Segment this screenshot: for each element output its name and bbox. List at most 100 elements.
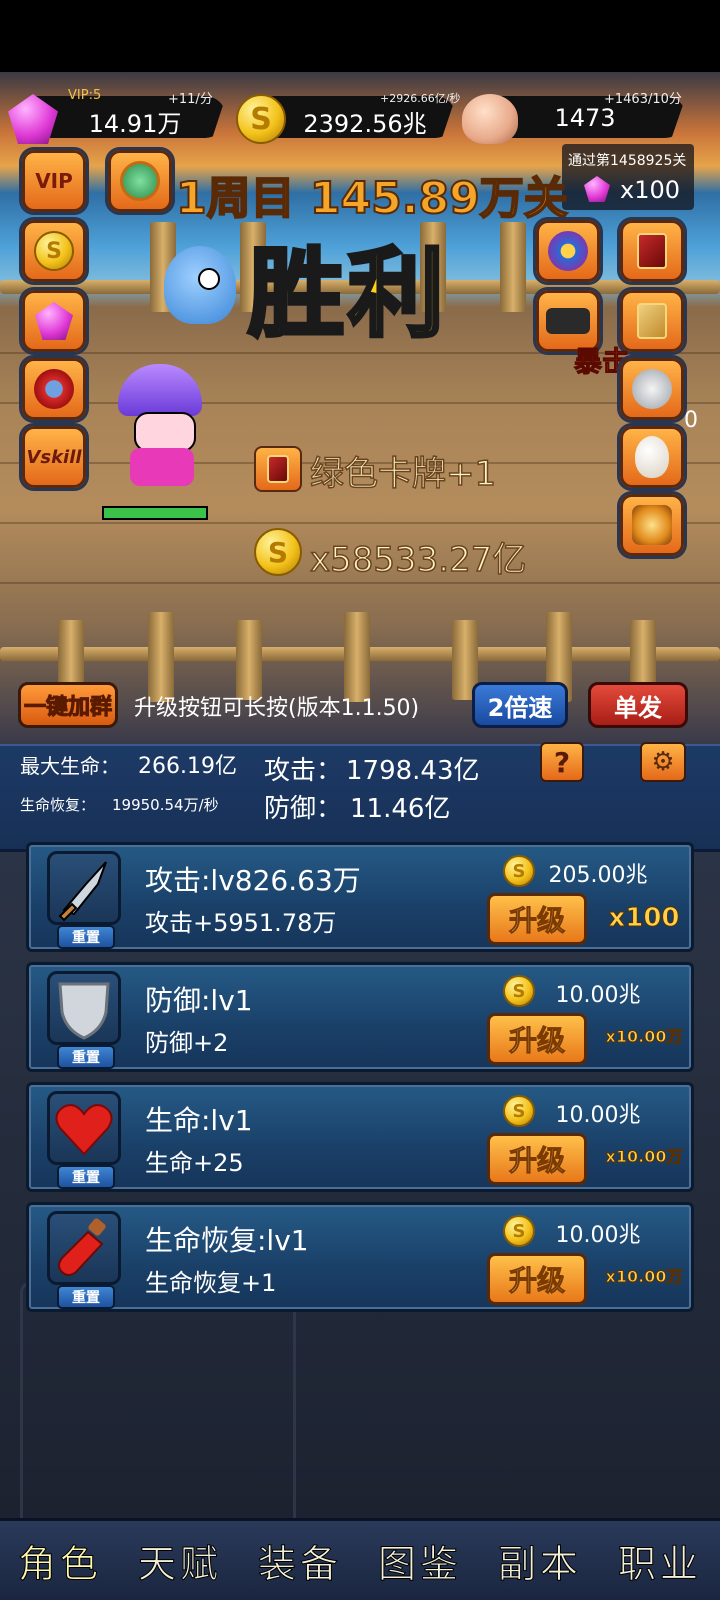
skull-icon bbox=[462, 94, 518, 144]
upgrade-card-hp: 重置 生命:lv1 生命+25 S 10.00兆 升级 x10.00万 bbox=[26, 1082, 694, 1192]
eye-monster-icon bbox=[548, 231, 588, 271]
upgrade-cost: 10.00兆 bbox=[555, 1103, 641, 1128]
upgrade-cost: 10.00兆 bbox=[555, 983, 641, 1008]
dagger-icon bbox=[47, 851, 121, 925]
skull-amount: 1473 bbox=[554, 104, 616, 132]
upgrade-cost: 10.00兆 bbox=[555, 1223, 641, 1248]
upgrade-desc: 生命+25 bbox=[145, 1149, 244, 1177]
pass-reward-title: 通过第1458925关 bbox=[568, 153, 687, 169]
player-hp-bar bbox=[102, 506, 208, 520]
magnet-button[interactable] bbox=[22, 358, 86, 420]
reset-button[interactable]: 重置 bbox=[57, 925, 115, 949]
upgrade-name: 防御:lv1 bbox=[145, 984, 253, 1017]
gold-reward-text: x58533.27亿 bbox=[309, 539, 527, 581]
lantern-icon bbox=[632, 505, 672, 545]
card-deck-button[interactable] bbox=[620, 220, 684, 282]
vip-label: VIP bbox=[35, 169, 73, 193]
upgrade-button[interactable]: 升级 bbox=[487, 1013, 587, 1065]
reset-button[interactable]: 重置 bbox=[57, 1285, 115, 1309]
egg-icon bbox=[635, 436, 669, 478]
multiplier-toggle[interactable]: x10.00万 bbox=[595, 1023, 693, 1047]
gold-amount: 2392.56兆 bbox=[303, 110, 427, 138]
gold-coin-icon: S bbox=[503, 855, 535, 887]
egg-button[interactable] bbox=[620, 426, 684, 488]
upgrade-hint-text: 升级按钮可长按(版本1.1.50) bbox=[134, 696, 420, 721]
upgrade-button[interactable]: 升级 bbox=[487, 1133, 587, 1185]
regen-value: 19950.54万/秒 bbox=[112, 796, 219, 814]
anvil-icon bbox=[546, 308, 590, 334]
eye-monster-button[interactable] bbox=[536, 220, 600, 282]
multiplier-toggle[interactable]: x10.00万 bbox=[595, 1263, 693, 1287]
upgrade-card-defense: 重置 防御:lv1 防御+2 S 10.00兆 升级 x10.00万 bbox=[26, 962, 694, 1072]
multiplier-toggle[interactable]: x100 bbox=[595, 903, 693, 934]
upgrade-desc: 攻击+5951.78万 bbox=[145, 909, 337, 937]
vskill-label: Vskill bbox=[26, 446, 82, 468]
player-character bbox=[112, 360, 208, 496]
lantern-button[interactable] bbox=[620, 494, 684, 556]
max-hp-label: 最大生命： bbox=[20, 754, 120, 778]
vip-button[interactable]: VIP bbox=[22, 150, 86, 212]
vip-level: VIP:5 bbox=[68, 88, 102, 103]
single-shot-button[interactable]: 单发 bbox=[588, 682, 688, 728]
side-counter: 0 bbox=[684, 408, 698, 433]
card-reward-text: 绿色卡牌+1 bbox=[309, 453, 497, 495]
potion-icon bbox=[47, 1211, 121, 1285]
bottom-nav: 角色 天赋 装备 图鉴 副本 职业 bbox=[0, 1518, 720, 1600]
gear-icon: ⚙ bbox=[651, 747, 675, 777]
nav-character[interactable]: 角色 bbox=[17, 1533, 102, 1588]
upgrade-desc: 防御+2 bbox=[145, 1029, 229, 1057]
cards-icon bbox=[637, 303, 667, 339]
gem-shop-button[interactable] bbox=[22, 290, 86, 352]
medal-icon bbox=[120, 161, 160, 201]
gold-coin-icon: S bbox=[236, 94, 286, 144]
gold-coin-icon: S bbox=[503, 1215, 535, 1247]
join-group-button[interactable]: 一键加群 bbox=[18, 682, 118, 728]
robot-icon bbox=[632, 369, 672, 409]
upgrade-button[interactable]: 升级 bbox=[487, 1253, 587, 1305]
victory-text: 胜利 bbox=[246, 236, 448, 352]
regen-label: 生命恢复： bbox=[20, 796, 96, 814]
nav-class[interactable]: 职业 bbox=[617, 1533, 702, 1588]
robot-button[interactable] bbox=[620, 358, 684, 420]
medal-button[interactable] bbox=[108, 150, 172, 212]
gem-icon bbox=[584, 176, 610, 202]
magnet-icon bbox=[34, 369, 74, 409]
pass-reward-box[interactable]: 通过第1458925关 x100 bbox=[562, 144, 694, 210]
attack-value: 1798.43亿 bbox=[346, 756, 480, 786]
upgrade-name: 生命恢复:lv1 bbox=[145, 1224, 309, 1257]
reset-button[interactable]: 重置 bbox=[57, 1045, 115, 1069]
speed-2x-button[interactable]: 2倍速 bbox=[472, 682, 568, 728]
reset-button[interactable]: 重置 bbox=[57, 1165, 115, 1189]
gold-coin-icon: S bbox=[503, 975, 535, 1007]
pass-reward-amount: x100 bbox=[620, 176, 681, 204]
gold-shop-button[interactable]: S bbox=[22, 220, 86, 282]
upgrade-name: 生命:lv1 bbox=[145, 1104, 253, 1137]
nav-equipment[interactable]: 装备 bbox=[257, 1533, 342, 1588]
max-hp-value: 266.19亿 bbox=[138, 754, 237, 779]
card-icon bbox=[637, 233, 667, 269]
vskill-button[interactable]: Vskill bbox=[22, 426, 86, 488]
gem-icon bbox=[35, 302, 73, 340]
defense-value: 11.46亿 bbox=[350, 794, 451, 824]
multiplier-toggle[interactable]: x10.00万 bbox=[595, 1143, 693, 1167]
attack-label: 攻击： bbox=[264, 756, 343, 786]
settings-button[interactable]: ⚙ bbox=[640, 742, 686, 782]
fish-monster-icon bbox=[164, 246, 236, 324]
nav-talent[interactable]: 天赋 bbox=[137, 1533, 222, 1588]
green-card-icon bbox=[254, 446, 302, 492]
gold-coin-icon: S bbox=[254, 528, 302, 576]
upgrade-button[interactable]: 升级 bbox=[487, 893, 587, 945]
status-bar bbox=[0, 0, 720, 72]
upgrade-card-regen: 重置 生命恢复:lv1 生命恢复+1 S 10.00兆 升级 x10.00万 bbox=[26, 1202, 694, 1312]
upgrade-card-attack: 重置 攻击:lv826.63万 攻击+5951.78万 S 205.00兆 升级… bbox=[26, 842, 694, 952]
heart-icon bbox=[47, 1091, 121, 1165]
gold-coin-icon: S bbox=[34, 231, 74, 271]
nav-dungeon[interactable]: 副本 bbox=[497, 1533, 582, 1588]
nav-codex[interactable]: 图鉴 bbox=[377, 1533, 462, 1588]
upgrade-desc: 生命恢复+1 bbox=[145, 1269, 277, 1297]
shield-icon bbox=[47, 971, 121, 1045]
gem-amount: 14.91万 bbox=[88, 110, 182, 138]
upgrade-name: 攻击:lv826.63万 bbox=[145, 864, 361, 897]
defense-label: 防御： bbox=[264, 794, 343, 824]
help-button[interactable]: ? bbox=[540, 742, 584, 782]
